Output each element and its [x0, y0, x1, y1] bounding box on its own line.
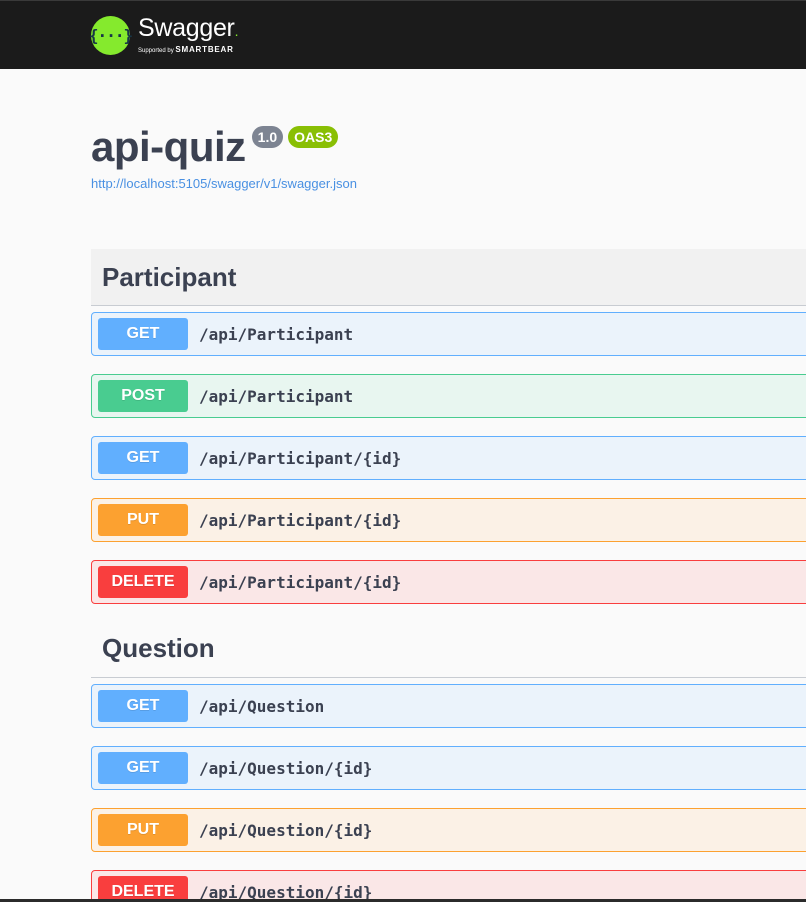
operation-path: /api/Question/{id}	[199, 820, 373, 840]
logo-subtitle: Supported by SMARTBEAR	[138, 45, 238, 56]
swagger-logo-link[interactable]: {···} Swagger. Supported by SMARTBEAR	[89, 14, 238, 56]
method-badge: PUT	[98, 504, 188, 536]
operation-path: /api/Participant/{id}	[199, 510, 402, 530]
tag-question-name: Question	[102, 633, 215, 663]
tag-participant-name: Participant	[102, 261, 237, 292]
operation-path: /api/Question	[199, 696, 325, 716]
operation-post-participant[interactable]: POST /api/Participant	[91, 374, 806, 418]
method-badge: GET	[98, 690, 188, 722]
operation-delete-question[interactable]: DELETE /api/Question/{id}	[91, 870, 806, 902]
operation-path: /api/Participant/{id}	[199, 572, 402, 592]
method-badge: GET	[98, 318, 188, 350]
oas-badge: OAS3	[288, 126, 339, 148]
logo-supported-text: Supported by	[138, 48, 174, 54]
operation-get-question[interactable]: GET /api/Question	[91, 684, 806, 728]
topbar: {···} Swagger. Supported by SMARTBEAR	[0, 0, 806, 69]
logo-brand-text: SMARTBEAR	[175, 45, 234, 54]
logo-text: Swagger. Supported by SMARTBEAR	[138, 14, 238, 56]
method-badge: DELETE	[98, 566, 188, 598]
version-badge: 1.0	[251, 126, 284, 148]
method-badge: PUT	[98, 814, 188, 846]
logo-name-text: Swagger	[138, 14, 235, 42]
method-badge: GET	[98, 442, 188, 474]
operation-get-participant-by-id[interactable]: GET /api/Participant/{id}	[91, 436, 806, 480]
operation-put-participant[interactable]: PUT /api/Participant/{id}	[91, 498, 806, 542]
operation-get-participant[interactable]: GET /api/Participant	[91, 312, 806, 356]
operation-path: /api/Participant	[199, 386, 354, 406]
page-title: api-quiz	[91, 123, 246, 170]
swagger-logo-icon: {···}	[89, 15, 133, 55]
operation-path: /api/Participant	[199, 324, 354, 344]
tag-question[interactable]: Question	[91, 620, 806, 678]
operation-get-question-by-id[interactable]: GET /api/Question/{id}	[91, 746, 806, 790]
operation-path: /api/Participant/{id}	[199, 448, 402, 468]
operation-delete-participant[interactable]: DELETE /api/Participant/{id}	[91, 560, 806, 604]
operation-path: /api/Question/{id}	[199, 758, 373, 778]
api-title-block: api-quiz 1.0 OAS3	[91, 122, 339, 172]
logo-name: Swagger.	[138, 14, 239, 42]
operation-put-question[interactable]: PUT /api/Question/{id}	[91, 808, 806, 852]
spec-url-link[interactable]: http://localhost:5105/swagger/v1/swagger…	[91, 176, 357, 191]
tag-participant[interactable]: Participant	[91, 249, 806, 306]
method-badge: GET	[98, 752, 188, 784]
method-badge: POST	[98, 380, 188, 412]
